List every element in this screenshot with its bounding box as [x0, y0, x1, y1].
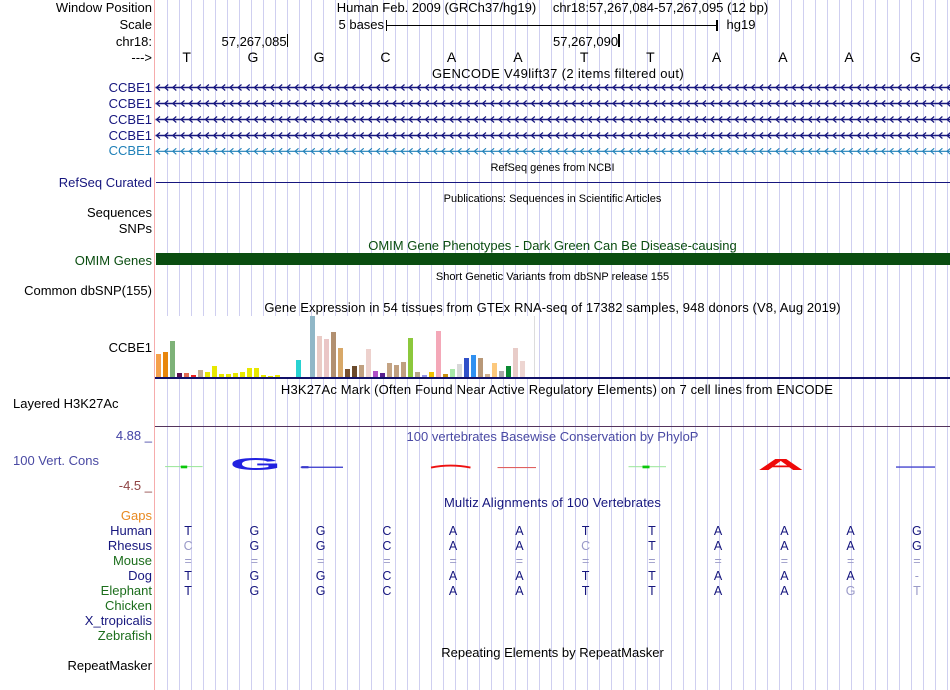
svg-text:G: G [230, 455, 282, 474]
svg-text:A: A [758, 456, 804, 473]
